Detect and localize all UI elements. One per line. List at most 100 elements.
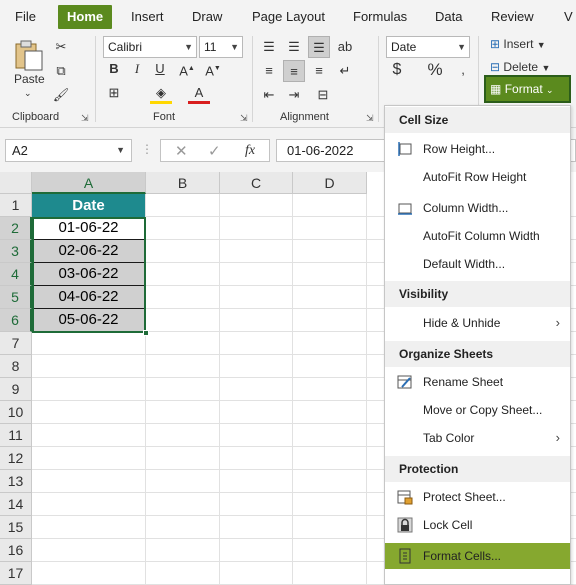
row-header-13[interactable]: 13 — [0, 470, 32, 493]
chevron-down-icon: ▼ — [536, 40, 546, 50]
align-left-icon[interactable]: ≡ — [258, 60, 280, 82]
row-header-4[interactable]: 4 — [0, 263, 32, 286]
cut-icon[interactable]: ✂ — [50, 36, 72, 58]
confirm-icon[interactable]: ✓ — [208, 142, 221, 160]
menu-item-default-width[interactable]: Default Width... — [385, 251, 570, 277]
fill-color-icon[interactable]: ◈ — [150, 82, 172, 104]
menu-item-label: AutoFit Row Height — [423, 170, 527, 184]
format-button[interactable]: ▦ Format ⌄ — [484, 75, 571, 103]
clipboard-group-label: Clipboard — [12, 111, 60, 123]
menu-item-rename-sheet[interactable]: Rename Sheet — [385, 369, 570, 395]
align-top-icon[interactable]: ☰ — [258, 36, 280, 58]
row-header-17[interactable]: 17 — [0, 562, 32, 585]
menu-item-lock-cell[interactable]: Lock Cell — [385, 512, 570, 538]
merge-center-icon[interactable]: ⊟ — [312, 84, 334, 106]
wrap-text-icon[interactable]: ↵ — [334, 60, 356, 82]
tab-page-layout[interactable]: Page Layout — [243, 5, 334, 29]
align-bottom-icon[interactable]: ☰ — [308, 36, 330, 58]
row-header-14[interactable]: 14 — [0, 493, 32, 516]
underline-icon[interactable]: U — [149, 58, 171, 80]
chevron-down-icon[interactable]: ⌄ — [24, 88, 32, 99]
paste-icon[interactable] — [12, 38, 46, 72]
align-middle-icon[interactable]: ☰ — [283, 36, 305, 58]
row-header-10[interactable]: 10 — [0, 401, 32, 424]
insert-cells-button[interactable]: ⊞ Insert ▼ — [490, 37, 546, 51]
tab-insert[interactable]: Insert — [122, 5, 173, 29]
font-color-icon[interactable]: A — [188, 82, 210, 104]
column-header-c[interactable]: C — [220, 172, 293, 194]
column-header-a[interactable]: A — [32, 172, 146, 194]
percent-button[interactable]: % — [424, 59, 446, 81]
selection-box — [32, 217, 146, 333]
delete-cells-button[interactable]: ⊟ Delete ▼ — [490, 60, 550, 74]
menu-item-tab-color[interactable]: Tab Color › — [385, 425, 570, 451]
decrease-font-icon[interactable]: A▼ — [202, 58, 224, 80]
name-box[interactable]: A2 ▼ — [5, 139, 132, 162]
tab-view[interactable]: V — [555, 5, 576, 29]
font-size-select[interactable]: 11 ▼ — [199, 36, 243, 58]
menu-item-protect-sheet[interactable]: Protect Sheet... — [385, 484, 570, 510]
menu-item-row-height[interactable]: Row Height... — [385, 136, 570, 162]
row-header-12[interactable]: 12 — [0, 447, 32, 470]
menu-item-format-cells[interactable]: Format Cells... — [385, 543, 570, 569]
copy-icon[interactable]: ⧉ — [50, 60, 72, 82]
tab-file[interactable]: File — [6, 5, 45, 29]
more-options-icon[interactable]: ⋮ — [141, 142, 153, 156]
row-header-3[interactable]: 3 — [0, 240, 32, 263]
column-header-d[interactable]: D — [293, 172, 367, 194]
protect-sheet-icon — [397, 490, 413, 505]
insert-function-button[interactable]: fx — [245, 143, 255, 159]
dialog-launcher-icon[interactable]: ⇲ — [366, 113, 374, 124]
tab-data[interactable]: Data — [426, 5, 471, 29]
menu-item-autofit-column-width[interactable]: AutoFit Column Width — [385, 223, 570, 249]
row-header-1[interactable]: 1 — [0, 194, 32, 217]
row-header-8[interactable]: 8 — [0, 355, 32, 378]
tab-home[interactable]: Home — [58, 5, 113, 29]
cell-a1-header[interactable]: Date — [32, 194, 145, 217]
delete-icon: ⊟ — [490, 60, 501, 74]
row-header-11[interactable]: 11 — [0, 424, 32, 447]
fill-handle[interactable] — [143, 330, 149, 336]
dialog-launcher-icon[interactable]: ⇲ — [81, 113, 89, 124]
row-header-7[interactable]: 7 — [0, 332, 32, 355]
menu-item-hide-unhide[interactable]: Hide & Unhide › — [385, 310, 570, 336]
increase-font-icon[interactable]: A▲ — [176, 58, 198, 80]
decrease-indent-icon[interactable]: ⇤ — [258, 84, 280, 106]
column-header-b[interactable]: B — [146, 172, 220, 194]
paste-button[interactable]: Paste — [14, 72, 45, 86]
number-format-select[interactable]: Date ▼ — [386, 36, 470, 58]
orientation-icon[interactable]: ab — [334, 36, 356, 58]
tab-draw[interactable]: Draw — [183, 5, 231, 29]
cancel-icon[interactable]: ✕ — [175, 142, 188, 160]
ribbon-tabs: File Home Insert Draw Page Layout Formul… — [0, 0, 576, 32]
menu-item-label: Format Cells... — [423, 549, 502, 563]
row-header-16[interactable]: 16 — [0, 539, 32, 562]
select-all-corner[interactable] — [0, 172, 32, 194]
menu-item-label: Move or Copy Sheet... — [423, 403, 543, 417]
menu-item-autofit-row-height[interactable]: AutoFit Row Height — [385, 164, 570, 190]
chevron-down-icon: ▼ — [116, 145, 125, 155]
align-center-icon[interactable]: ≡ — [283, 60, 305, 82]
row-header-6[interactable]: 6 — [0, 309, 32, 332]
format-painter-icon[interactable]: 🖌 — [50, 84, 72, 106]
italic-icon[interactable]: I — [126, 58, 148, 80]
row-header-9[interactable]: 9 — [0, 378, 32, 401]
increase-indent-icon[interactable]: ⇥ — [283, 84, 305, 106]
menu-item-move-copy-sheet[interactable]: Move or Copy Sheet... — [385, 397, 570, 423]
lock-icon — [397, 517, 413, 533]
row-header-5[interactable]: 5 — [0, 286, 32, 309]
borders-icon[interactable]: ⊞ — [103, 82, 125, 104]
tab-review[interactable]: Review — [482, 5, 543, 29]
row-header-2[interactable]: 2 — [0, 217, 32, 240]
dialog-launcher-icon[interactable]: ⇲ — [240, 113, 248, 124]
menu-item-column-width[interactable]: Column Width... — [385, 195, 570, 221]
tab-formulas[interactable]: Formulas — [344, 5, 416, 29]
rename-sheet-icon — [397, 375, 412, 389]
comma-style-icon[interactable]: , — [452, 59, 474, 81]
section-protection: Protection — [385, 456, 570, 482]
currency-button[interactable]: $ — [386, 59, 408, 81]
font-name-select[interactable]: Calibri ▼ — [103, 36, 197, 58]
bold-icon[interactable]: B — [103, 58, 125, 80]
row-header-15[interactable]: 15 — [0, 516, 32, 539]
align-right-icon[interactable]: ≡ — [308, 60, 330, 82]
